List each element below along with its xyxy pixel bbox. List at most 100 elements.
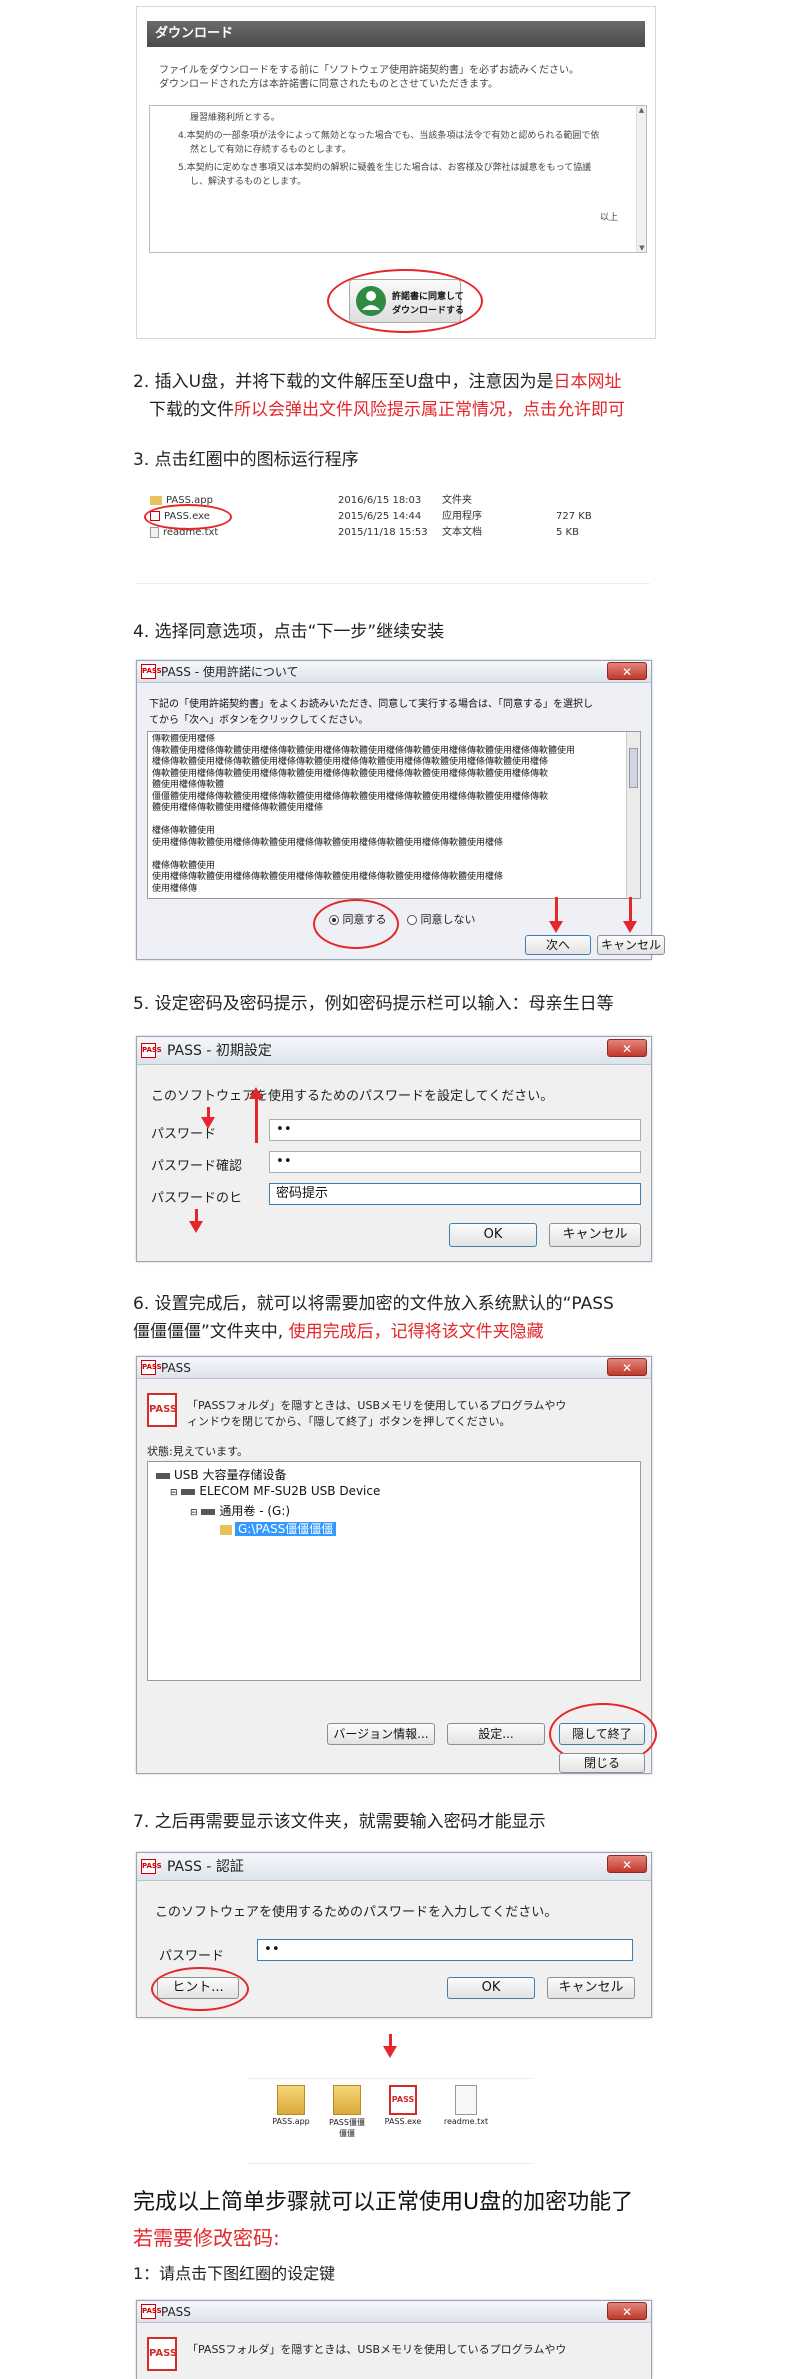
disagree-radio[interactable]: 同意しない xyxy=(407,911,476,927)
radio-empty-icon xyxy=(407,915,417,925)
auth-password-label: パスワード xyxy=(159,1949,225,1964)
agree-radio[interactable]: 同意する xyxy=(329,911,387,927)
agree-download-button[interactable]: 許諾書に同意して ダウンロードする xyxy=(349,279,464,323)
arrow-head-icon xyxy=(623,921,637,933)
pass-exe-icon: PASS xyxy=(389,2085,417,2115)
pass-app-icon: PASS xyxy=(141,1043,162,1058)
license-line: 5.本契約に定めなき事項又は本契約の解釈に疑義を生じた場合は、お客様及び弊社は誠… xyxy=(178,163,592,173)
final-instruction: 「PASSフォルダ」を隠すときは、USBメモリを使用しているプログラムやウ xyxy=(187,2343,567,2356)
file-row[interactable]: PASS.app 2016/6/15 18:03 文件夹 xyxy=(150,494,630,508)
license-line: 履習維務利所とする。 xyxy=(190,113,280,123)
license-window-titlebar: PASS PASS - 使用許諾について ✕ xyxy=(137,661,651,683)
pass-main-window: PASS PASS ✕ PASS 「PASSフォルダ」を隠すときは、USBメモリを… xyxy=(136,1356,657,1774)
download-panel: ダウンロード ファイルをダウンロードをする前に「ソフトウェア使用許諾契約書」を必… xyxy=(136,6,656,339)
folder-item[interactable]: PASS.app xyxy=(266,2085,316,2126)
step7-text: 7. 之后再需要显示该文件夹，就需要输入密码才能显示 xyxy=(133,1812,546,1832)
cancel-button[interactable]: キャンセル xyxy=(547,1977,635,1999)
arrow-head-icon xyxy=(201,1117,215,1129)
final-pass-window: PASS PASS ✕ PASS 「PASSフォルダ」を隠すときは、USBメモリを… xyxy=(136,2300,652,2379)
password-confirm-label: パスワード確認 xyxy=(151,1159,243,1174)
tree-item-usb[interactable]: USB 大容量存储设备 xyxy=(156,1466,286,1483)
license-garbled-line xyxy=(152,849,626,861)
auth-window: PASS PASS - 認証 ✕ このソフトウェアを使用するためのパスワードを入力… xyxy=(136,1852,652,2018)
tree-item-pass-folder[interactable]: G:\PASS僵僵僵僵 xyxy=(220,1520,337,1537)
password-hint-field[interactable]: 密码提示 xyxy=(269,1183,641,1205)
pass-app-icon: PASS xyxy=(141,1360,162,1375)
pass-instruction-2: ィンドウを閉じてから、「隠して終了」ボタンを押してください。 xyxy=(187,1415,511,1428)
license-garbled-line: 權條傳軟體使用 xyxy=(152,860,216,871)
file-row[interactable]: readme.txt 2015/11/18 15:53 文本文档 5 KB xyxy=(150,526,630,540)
license-line: 然として有効に存続するものとします。 xyxy=(190,145,351,155)
license-garbled-line xyxy=(152,815,626,827)
modify-step1-text: 1：请点击下图红圈的设定键 xyxy=(133,2264,336,2283)
scroll-down-icon[interactable]: ▼ xyxy=(637,244,646,252)
version-info-button[interactable]: バージョン情報... xyxy=(327,1723,435,1745)
ok-button[interactable]: OK xyxy=(447,1977,535,1999)
close-icon[interactable]: ✕ xyxy=(607,2302,647,2320)
folder-icon xyxy=(220,1524,232,1535)
close-icon[interactable]: ✕ xyxy=(607,662,647,680)
close-icon[interactable]: ✕ xyxy=(607,1855,647,1873)
tree-item-volume[interactable]: ⊟ 通用卷 - (G:) xyxy=(190,1502,290,1519)
license-garbled-line: 體使用權條傳軟體使用權條傳軟體使用權條 xyxy=(152,803,324,813)
license-garbled-line: 僵僵體使用權條傳軟體使用權條傳軟體使用權條傳軟體使用權條傳軟體使用權條傳軟體使用… xyxy=(152,791,549,802)
modify-password-heading: 若需要修改密码: xyxy=(133,2226,280,2250)
license-textbox[interactable]: 履習維務利所とする。 4.本契約の一部条項が法令によって無効となった場合でも、当… xyxy=(149,105,647,253)
expand-icon: ⊟ xyxy=(190,1508,198,1518)
arrow-head-icon xyxy=(249,1087,263,1099)
license-garbled-line: 體使用權條傳軟體 xyxy=(152,780,225,790)
license-garbled-line: 傳軟體使用權條傳軟體使用權條傳軟體使用權條傳軟體使用權條傳軟體使用權條傳軟體使用… xyxy=(152,745,576,756)
scroll-thumb[interactable] xyxy=(629,748,638,788)
license-scrollbar[interactable]: ▲ ▼ xyxy=(636,106,646,252)
password-hint-label: パスワードのヒ xyxy=(151,1191,243,1206)
pass-instruction-1: 「PASSフォルダ」を隠すときは、USBメモリを使用しているプログラムやウ xyxy=(187,1399,567,1412)
license-text-area[interactable]: 傳軟體使用權條 傳軟體使用權條傳軟體使用權條傳軟體使用權條傳軟體使用權條傳軟體使用… xyxy=(147,731,641,899)
arrow-confirm xyxy=(255,1097,258,1143)
license-scrollbar[interactable] xyxy=(626,732,640,898)
license-window: PASS PASS - 使用許諾について ✕ 下記の「使用許諾契約書」をよくお読み… xyxy=(136,660,665,960)
password-field[interactable]: •• xyxy=(269,1119,641,1141)
text-file-icon xyxy=(150,526,159,538)
folder-item[interactable]: PASS僵僵 僵僵 xyxy=(322,2085,372,2139)
conclusion-heading: 完成以上简单步骤就可以正常使用U盘的加密功能了 xyxy=(133,2190,634,2215)
license-garbled-list: 傳軟體使用權條 傳軟體使用權條傳軟體使用權條傳軟體使用權條傳軟體使用權條傳軟體使用… xyxy=(152,734,626,895)
ok-button[interactable]: OK xyxy=(449,1223,537,1247)
password-confirm-field[interactable]: •• xyxy=(269,1151,641,1173)
arrow-head-icon xyxy=(383,2046,397,2058)
pass-app-icon: PASS xyxy=(141,1859,162,1874)
auth-titlebar: PASS PASS - 認証 ✕ xyxy=(137,1853,651,1881)
pass-exe-highlight xyxy=(144,504,232,530)
cancel-button[interactable]: キャンセル xyxy=(549,1223,641,1247)
settings-button[interactable]: 設定... xyxy=(447,1723,545,1745)
license-garbled-line: 權條傳軟體使用權條傳軟體使用權條傳軟體使用權條傳軟體使用權條傳軟體使用權條傳軟體… xyxy=(152,757,549,767)
init-setup-window: PASS PASS - 初期設定 ✕ このソフトウェアを使用するためのパスワードを… xyxy=(136,1036,652,1262)
license-garbled-line: 使用權條傳軟體使用權條傳軟體使用權條傳軟體使用權條傳軟體使用權條傳軟體使用權條 xyxy=(152,837,504,848)
expand-icon: ⊟ xyxy=(170,1488,178,1498)
close-icon[interactable]: ✕ xyxy=(607,1358,647,1376)
arrow-head-icon xyxy=(189,1221,203,1233)
download-intro-1: ファイルをダウンロードをする前に「ソフトウェア使用許諾契約書」を必ずお読みくださ… xyxy=(159,65,579,76)
close-button[interactable]: 閉じる xyxy=(559,1753,645,1773)
license-line: 4.本契約の一部条項が法令によって無効となった場合でも、当該条項は法令で有効と認… xyxy=(178,131,600,141)
step2-text: 2. 插入U盘，并将下载的文件解压至U盘中，注意因为是日本网址 下载的文件所以会… xyxy=(133,372,625,420)
cancel-button[interactable]: キャンセル xyxy=(597,935,665,955)
init-setup-titlebar: PASS PASS - 初期設定 ✕ xyxy=(137,1037,651,1065)
drive-tree[interactable]: USB 大容量存储设备 ⊟ ELECOM MF-SU2B USB Device … xyxy=(147,1461,641,1681)
next-button[interactable]: 次へ xyxy=(525,935,591,955)
drive-icon xyxy=(156,1472,170,1479)
tree-item-device[interactable]: ⊟ ELECOM MF-SU2B USB Device xyxy=(170,1484,380,1498)
step4-text: 4. 选择同意选项，点击“下一步”继续安装 xyxy=(133,622,445,642)
radio-selected-icon xyxy=(329,915,339,925)
folder-item[interactable]: readme.txt xyxy=(438,2085,494,2126)
license-garbled-line: 使用權條傳軟體使用權條傳軟體使用權條傳軟體使用權條傳軟體使用權條傳軟體使用權條 xyxy=(152,872,504,882)
auth-password-field[interactable]: •• xyxy=(257,1939,633,1961)
folder-icon xyxy=(277,2085,305,2115)
status-label: 状態:見えています。 xyxy=(147,1445,249,1458)
hint-highlight xyxy=(151,1967,249,2011)
close-icon[interactable]: ✕ xyxy=(607,1039,647,1057)
scroll-up-icon[interactable]: ▲ xyxy=(637,106,646,114)
pass-logo-icon: PASS xyxy=(147,1393,177,1427)
arrow-next xyxy=(555,897,558,923)
folder-item[interactable]: PASS PASS.exe xyxy=(378,2085,428,2126)
folder-icon xyxy=(333,2085,361,2115)
